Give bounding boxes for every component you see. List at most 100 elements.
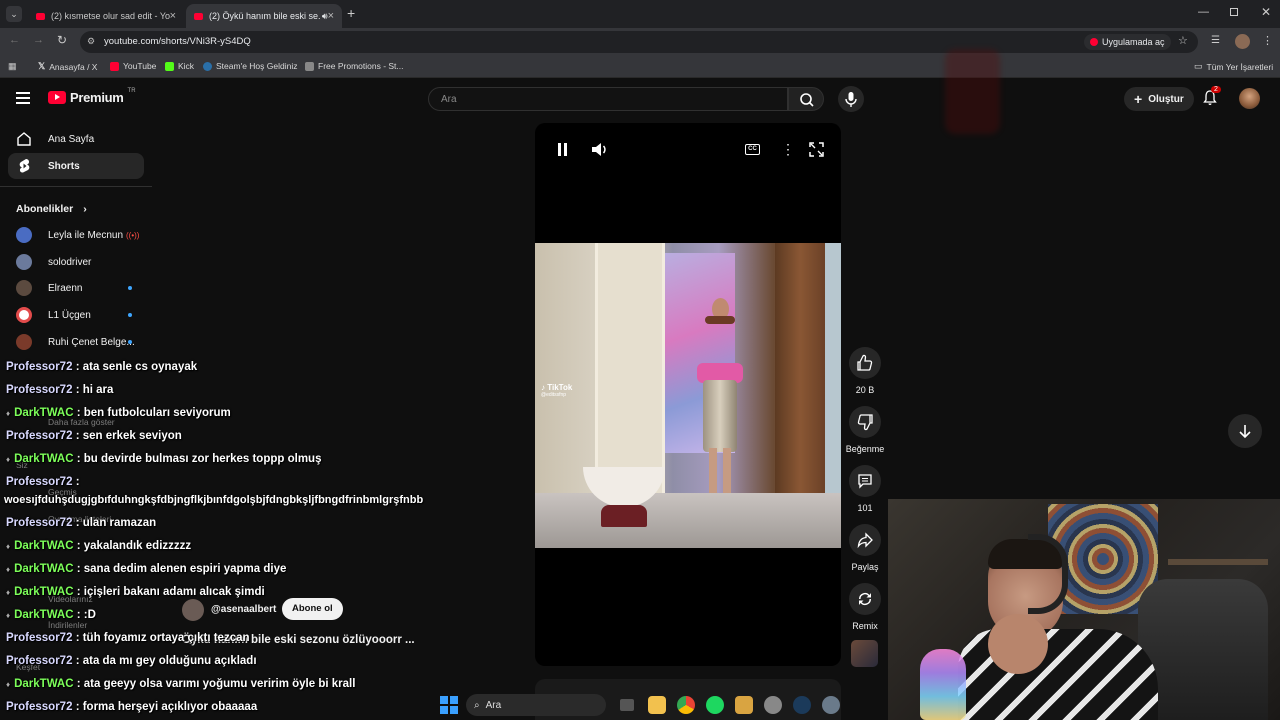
site-info-icon[interactable]: ⚙ (87, 36, 95, 47)
captions-icon[interactable]: CC (745, 144, 760, 155)
person-silhouette (695, 298, 745, 518)
channel-avatar (16, 280, 32, 296)
app-icon[interactable] (764, 696, 782, 714)
bookmark-x[interactable]: 𝕏 Anasayfa / X (38, 61, 97, 72)
restore-window-icon[interactable] (1230, 8, 1238, 16)
channel-avatar[interactable] (182, 599, 204, 621)
chat-text: : yakalandık edizzzzz (76, 540, 192, 552)
chat-text: : ben futbolcuları seviyorum (76, 407, 231, 419)
bookmark-free-promotions[interactable]: Free Promotions - St... (305, 61, 404, 71)
sound-thumbnail[interactable] (851, 640, 878, 667)
new-tab-button[interactable]: + (347, 5, 355, 21)
subscription-item[interactable]: Ruhi Çenet Belge... (16, 332, 135, 352)
chat-username: Professor72 (6, 476, 73, 488)
volume-icon[interactable] (591, 142, 609, 157)
windows-start-icon[interactable] (440, 696, 458, 714)
search-input[interactable]: Ara (428, 87, 788, 111)
bookmark-kick[interactable]: Kick (165, 61, 194, 71)
sidebar-item-shorts[interactable]: Shorts (8, 153, 144, 179)
subscriptions-header[interactable]: Abonelikler › (16, 203, 87, 215)
share-button[interactable]: Paylaş (845, 524, 885, 572)
chat-badge-icon: ♦ (6, 588, 11, 597)
tiktok-watermark: ♪ TikTok @editssfnp (541, 383, 573, 398)
folder-icon: ▭ (1194, 61, 1203, 71)
headset-icon (1028, 534, 1068, 614)
chrome-icon[interactable] (677, 696, 695, 714)
back-icon[interactable]: ← (9, 34, 20, 46)
notifications-bell-icon[interactable]: 2 (1203, 86, 1221, 106)
bookmark-youtube[interactable]: YouTube (110, 61, 156, 71)
fullscreen-icon[interactable] (809, 142, 824, 157)
new-content-dot (128, 313, 132, 317)
pause-icon[interactable] (557, 143, 569, 156)
chat-badge-icon: ♦ (6, 680, 11, 689)
chat-message: Professor72 : ata senle cs oynayak (6, 361, 197, 373)
profile-avatar[interactable] (1235, 34, 1250, 49)
spotify-icon[interactable] (706, 696, 724, 714)
create-button[interactable]: + Oluştur (1124, 87, 1194, 111)
chat-text: : ata senle cs oynayak (75, 361, 198, 373)
subscription-item[interactable]: L1 Üçgen (16, 305, 132, 325)
reading-list-icon[interactable]: ☰ (1211, 35, 1220, 46)
remix-button[interactable]: Remix (845, 583, 885, 631)
more-options-icon[interactable]: ⋮ (781, 141, 795, 158)
reload-icon[interactable]: ↻ (57, 33, 67, 47)
bookmarks-bar: ▦ 𝕏 Anasayfa / X YouTube Kick Steam'e Ho… (0, 56, 1280, 78)
chat-text: : forma herşeyi açıklıyor obaaaaa (75, 701, 258, 713)
notifications-badge: 2 (1211, 86, 1221, 93)
chat-text: woesıjfduhşdugjgbıfduhngkşfdbjngflkjbınf… (4, 494, 424, 506)
browser-tab-active[interactable]: (2) Öykü hanım bile eski se... 🔊︎ × (186, 4, 342, 28)
search-button[interactable] (788, 87, 824, 111)
subscribe-button[interactable]: Abone ol (282, 598, 343, 620)
comments-button[interactable]: 101 (845, 465, 885, 513)
hamburger-menu-icon[interactable] (16, 92, 30, 104)
chat-message: ♦ DarkTWAC : yakalandık edizzzzz (6, 540, 191, 552)
browser-tab[interactable]: (2) kısmetse olur sad edit - YouTu × (28, 4, 184, 28)
dislike-button[interactable]: Beğenme (840, 406, 890, 454)
share-icon (849, 524, 881, 556)
close-tab-icon[interactable]: × (328, 10, 334, 22)
subscription-item[interactable]: Leyla ile Mecnun ((•)) (16, 225, 139, 245)
next-short-button[interactable] (1228, 414, 1262, 448)
subscription-item[interactable]: Elraenn (16, 278, 132, 298)
chat-username: DarkTWAC (14, 563, 74, 575)
chat-message: ♦ DarkTWAC : içişleri bakanı adamı alıcak… (6, 586, 265, 598)
microphone-icon (845, 92, 857, 107)
bookmark-steam[interactable]: Steam'e Hoş Geldiniz (203, 61, 297, 71)
sidebar-item-downloads[interactable]: İndirilenler (48, 620, 87, 630)
close-window-icon[interactable]: ✕ (1261, 5, 1271, 19)
chat-username: Professor72 (6, 632, 73, 644)
voice-search-button[interactable] (838, 86, 864, 112)
channel-handle[interactable]: @asenaalbert (211, 604, 276, 615)
youtube-premium-logo[interactable]: Premium TR (48, 88, 136, 105)
chat-badge-icon: ♦ (6, 542, 11, 551)
task-view-icon[interactable] (620, 699, 634, 711)
shelf (1168, 559, 1268, 565)
chat-text: : ulan ramazan (75, 517, 157, 529)
account-avatar[interactable] (1239, 88, 1260, 109)
like-button[interactable]: 20 B (845, 347, 885, 395)
subscription-item[interactable]: solodriver (16, 252, 91, 272)
new-content-dot (128, 340, 132, 344)
open-in-app-button[interactable]: Uygulamada aç (1084, 34, 1171, 50)
app-icon[interactable] (735, 696, 753, 714)
settings-icon[interactable] (822, 696, 840, 714)
bookmark-star-icon[interactable]: ☆ (1178, 34, 1188, 47)
steam-icon[interactable] (793, 696, 811, 714)
arrow-down-icon (1239, 425, 1251, 439)
sidebar-item-home[interactable]: Ana Sayfa (8, 126, 144, 152)
address-bar[interactable]: ⚙ youtube.com/shorts/VNi3R-yS4DQ Uygulam… (80, 31, 1198, 53)
all-bookmarks[interactable]: ▭ Tüm Yer İşaretleri (1194, 61, 1273, 72)
apps-grid-icon[interactable]: ▦ (8, 61, 17, 72)
close-tab-icon[interactable]: × (170, 10, 176, 22)
tab-search-button[interactable]: ⌄ (6, 6, 22, 22)
shorts-player[interactable]: CC ⋮ ♪ TikTok @editssfnp (535, 123, 841, 666)
browser-menu-icon[interactable]: ⋮ (1262, 34, 1273, 47)
chat-username: DarkTWAC (14, 407, 74, 419)
remix-icon (849, 583, 881, 615)
shorts-icon (19, 159, 30, 173)
minimize-window-icon[interactable]: — (1198, 6, 1209, 18)
file-explorer-icon[interactable] (648, 696, 666, 714)
taskbar-search[interactable]: ⌕ Ara (466, 694, 606, 716)
forward-icon[interactable]: → (33, 34, 44, 46)
